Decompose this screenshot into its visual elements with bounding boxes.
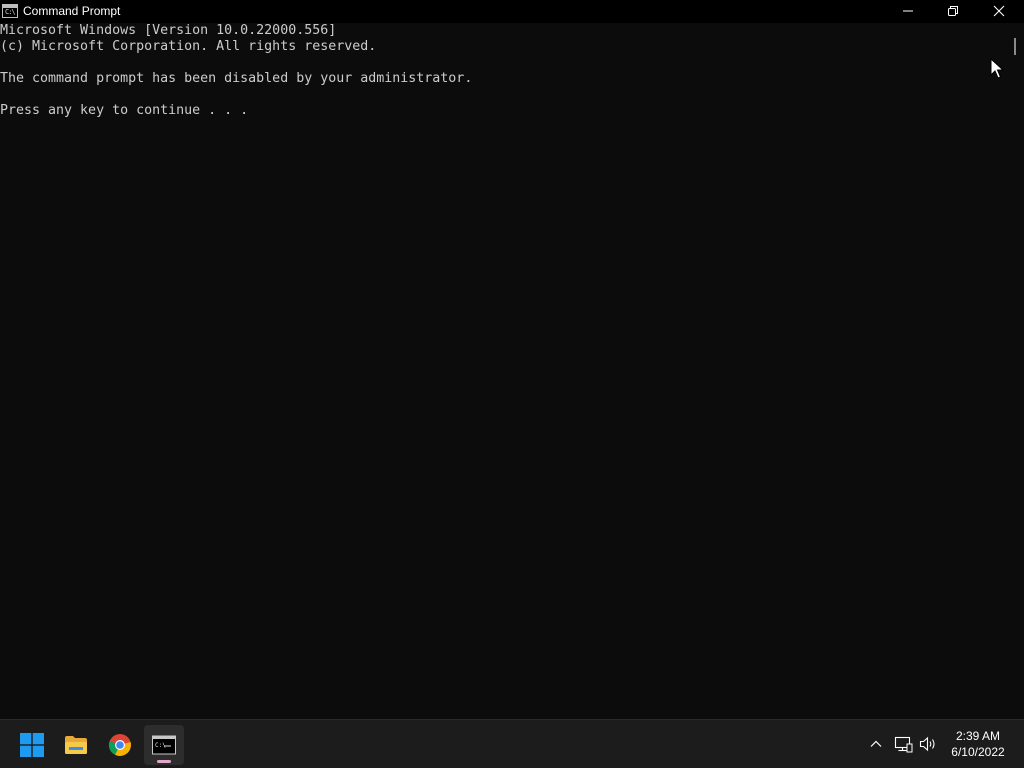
show-hidden-icons-button[interactable] (866, 734, 886, 754)
console-output: Microsoft Windows [Version 10.0.22000.55… (0, 23, 1005, 119)
cmd-icon: C:\ (2, 4, 18, 18)
console-line: (c) Microsoft Corporation. All rights re… (0, 39, 377, 54)
active-app-indicator (157, 760, 171, 763)
close-icon (993, 5, 1005, 17)
volume-button[interactable] (918, 734, 938, 754)
console-line: Press any key to continue . . . (0, 103, 249, 118)
folder-icon (65, 736, 87, 754)
title-bar[interactable]: C:\ Command Prompt (0, 0, 1024, 23)
minimize-button[interactable] (885, 0, 931, 23)
volume-icon (919, 736, 935, 752)
chrome-icon (108, 734, 131, 756)
taskbar-chrome[interactable] (100, 725, 140, 765)
start-button[interactable] (12, 725, 52, 765)
scrollbar-thumb[interactable] (1014, 38, 1016, 55)
taskbar-file-explorer[interactable] (56, 725, 96, 765)
windows-logo-icon (20, 733, 44, 757)
minimize-icon (903, 10, 913, 12)
console-area[interactable]: Microsoft Windows [Version 10.0.22000.55… (0, 23, 1005, 719)
clock-time: 2:39 AM (955, 729, 1001, 743)
taskbar: C:\ 2:39 AM 6/10/2022 (0, 719, 1024, 768)
network-icon (894, 736, 913, 753)
restore-button[interactable] (930, 0, 976, 23)
console-line: The command prompt has been disabled by … (0, 71, 473, 86)
close-button[interactable] (976, 0, 1022, 23)
console-line: Microsoft Windows [Version 10.0.22000.55… (0, 23, 337, 38)
system-clock[interactable]: 2:39 AM 6/10/2022 (942, 728, 1014, 760)
taskbar-command-prompt[interactable]: C:\ (144, 725, 184, 765)
network-button[interactable] (893, 734, 913, 754)
window-title: Command Prompt (23, 4, 121, 18)
vertical-scrollbar[interactable] (1005, 23, 1024, 719)
cmd-icon: C:\ (152, 735, 176, 755)
restore-icon (948, 6, 958, 16)
clock-date: 6/10/2022 (951, 745, 1005, 759)
chevron-up-icon (870, 740, 882, 747)
